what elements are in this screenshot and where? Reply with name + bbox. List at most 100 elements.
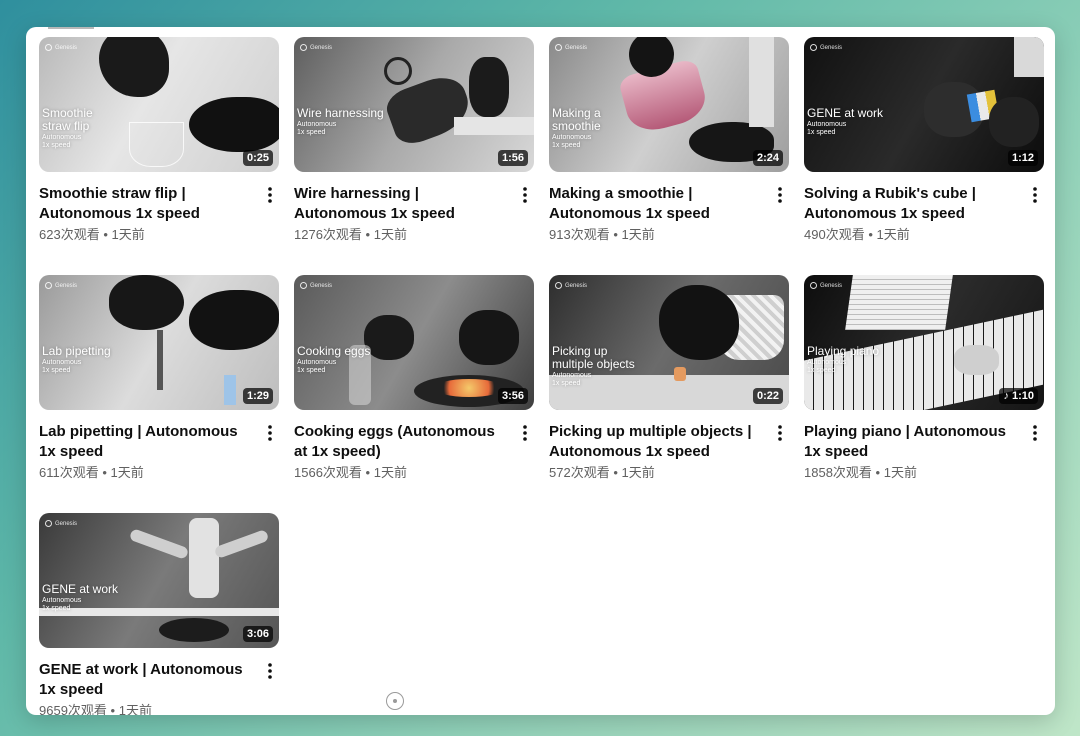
thumbnail-subtitle: Autonomous 1x speed: [552, 134, 592, 149]
robot-body-shape: [189, 518, 219, 598]
video-card[interactable]: Genesis Smoothie straw flip Autonomous 1…: [39, 37, 279, 243]
video-title[interactable]: Solving a Rubik's cube | Autonomous 1x s…: [804, 184, 1018, 224]
light-panel-shape: [1014, 37, 1044, 77]
thumbnail-brand-label: Genesis: [565, 44, 588, 51]
video-title[interactable]: Picking up multiple objects | Autonomous…: [549, 422, 763, 462]
thumbnail-title: Smoothie straw flip: [42, 106, 93, 133]
thumbnail-caption: Wire harnessing Autonomous 1x speed: [297, 107, 384, 137]
video-thumbnail[interactable]: Genesis Playing piano Autonomous 1x spee…: [804, 275, 1044, 410]
video-card[interactable]: Genesis Wire harnessing Autonomous 1x sp…: [294, 37, 534, 243]
duration-badge: 3:06: [242, 626, 273, 642]
video-thumbnail[interactable]: Genesis Lab pipetting Autonomous 1x spee…: [39, 275, 279, 410]
glove-hand-shape: [659, 285, 739, 360]
glove-hand-shape: [989, 97, 1039, 147]
thumbnail-brand-label: Genesis: [55, 282, 78, 289]
video-title[interactable]: Cooking eggs (Autonomous at 1x speed): [294, 422, 508, 462]
view-count: 1858次观看: [804, 465, 872, 480]
thumbnail-caption: Making a smoothie Autonomous 1x speed: [552, 107, 601, 150]
duration-badge: 1:29: [242, 388, 273, 404]
robot-arm-shape: [384, 57, 412, 85]
scroll-indicator[interactable]: [386, 692, 404, 710]
frying-pan-shape: [159, 618, 229, 642]
upload-age: 1天前: [876, 227, 910, 242]
thumbnail-caption: Picking up multiple objects Autonomous 1…: [552, 345, 635, 388]
glove-hand-shape: [459, 310, 519, 365]
thumbnail-title: Lab pipetting: [42, 344, 111, 358]
video-title[interactable]: Making a smoothie | Autonomous 1x speed: [549, 184, 763, 224]
video-thumbnail[interactable]: Genesis Making a smoothie Autonomous 1x …: [549, 37, 789, 172]
video-card[interactable]: Genesis GENE at work Autonomous 1x speed…: [39, 513, 279, 715]
video-thumbnail[interactable]: Genesis GENE at work Autonomous 1x speed…: [804, 37, 1044, 172]
view-count: 1566次观看: [294, 465, 362, 480]
duration-badge: ♪ 1:10: [999, 388, 1038, 404]
video-title[interactable]: Lab pipetting | Autonomous 1x speed: [39, 422, 253, 462]
thumbnail-brand-label: Genesis: [565, 282, 588, 289]
video-title[interactable]: Playing piano | Autonomous 1x speed: [804, 422, 1018, 462]
meta-separator: •: [102, 465, 111, 480]
more-options-button[interactable]: [1028, 186, 1042, 204]
video-stats: 572次观看 • 1天前: [549, 464, 763, 482]
duration-text: 1:10: [1011, 390, 1034, 402]
upload-age: 1天前: [111, 227, 145, 242]
top-accent-bar: [48, 27, 94, 29]
video-card[interactable]: Genesis Playing piano Autonomous 1x spee…: [804, 275, 1044, 481]
video-card[interactable]: Genesis Lab pipetting Autonomous 1x spee…: [39, 275, 279, 481]
kebab-menu-icon: [778, 425, 782, 441]
thumbnail-caption: GENE at work Autonomous 1x speed: [42, 583, 118, 613]
video-meta: Lab pipetting | Autonomous 1x speed 611次…: [39, 422, 279, 482]
more-options-button[interactable]: [263, 424, 277, 442]
glove-hand-shape: [109, 275, 184, 330]
duration-text: 0:25: [246, 152, 269, 164]
upload-age: 1天前: [110, 465, 144, 480]
video-stats: 9659次观看 • 1天前: [39, 702, 253, 715]
thumbnail-title: GENE at work: [807, 106, 884, 120]
video-thumbnail[interactable]: Genesis Wire harnessing Autonomous 1x sp…: [294, 37, 534, 172]
thumbnail-caption: Smoothie straw flip Autonomous 1x speed: [42, 107, 93, 150]
duration-badge: 0:25: [242, 150, 273, 166]
video-card[interactable]: Genesis Cooking eggs Autonomous 1x speed…: [294, 275, 534, 481]
duration-badge: 2:24: [752, 150, 783, 166]
video-title[interactable]: Smoothie straw flip | Autonomous 1x spee…: [39, 184, 253, 224]
video-meta: Playing piano | Autonomous 1x speed 1858…: [804, 422, 1044, 482]
video-meta: Solving a Rubik's cube | Autonomous 1x s…: [804, 184, 1044, 244]
video-card[interactable]: Genesis Making a smoothie Autonomous 1x …: [549, 37, 789, 243]
view-count: 490次观看: [804, 227, 865, 242]
sheet-music-shape: [845, 275, 953, 330]
kebab-menu-icon: [268, 187, 272, 203]
meta-separator: •: [365, 227, 374, 242]
more-options-button[interactable]: [263, 186, 277, 204]
more-options-button[interactable]: [518, 424, 532, 442]
meta-separator: •: [613, 465, 622, 480]
thumbnail-brand-label: Genesis: [55, 44, 78, 51]
more-options-button[interactable]: [1028, 424, 1042, 442]
video-stats: 1566次观看 • 1天前: [294, 464, 508, 482]
thumbnail-subtitle: Autonomous 1x speed: [807, 359, 847, 374]
upload-age: 1天前: [621, 227, 655, 242]
thumbnail-title: Picking up multiple objects: [552, 344, 635, 371]
thumbnail-subtitle: Autonomous 1x speed: [42, 359, 82, 374]
logo-ring-icon: [555, 282, 562, 289]
upload-age: 1天前: [373, 465, 407, 480]
video-thumbnail[interactable]: Genesis GENE at work Autonomous 1x speed…: [39, 513, 279, 648]
video-meta: GENE at work | Autonomous 1x speed 9659次…: [39, 660, 279, 715]
glove-hand-shape: [364, 315, 414, 360]
video-card[interactable]: Genesis Picking up multiple objects Auto…: [549, 275, 789, 481]
vial-shape: [224, 375, 236, 405]
video-thumbnail[interactable]: Genesis Cooking eggs Autonomous 1x speed…: [294, 275, 534, 410]
thumbnail-logo: Genesis: [555, 282, 587, 289]
video-stats: 1858次观看 • 1天前: [804, 464, 1018, 482]
more-options-button[interactable]: [518, 186, 532, 204]
video-card[interactable]: Genesis GENE at work Autonomous 1x speed…: [804, 37, 1044, 243]
more-options-button[interactable]: [263, 662, 277, 680]
kebab-menu-icon: [268, 425, 272, 441]
more-options-button[interactable]: [773, 424, 787, 442]
video-title[interactable]: Wire harnessing | Autonomous 1x speed: [294, 184, 508, 224]
more-options-button[interactable]: [773, 186, 787, 204]
video-thumbnail[interactable]: Genesis Picking up multiple objects Auto…: [549, 275, 789, 410]
thumbnail-caption: Cooking eggs Autonomous 1x speed: [297, 345, 370, 375]
kebab-menu-icon: [1033, 187, 1037, 203]
thumbnail-subtitle: Autonomous 1x speed: [807, 121, 847, 136]
video-title[interactable]: GENE at work | Autonomous 1x speed: [39, 660, 253, 700]
meta-separator: •: [103, 227, 112, 242]
video-thumbnail[interactable]: Genesis Smoothie straw flip Autonomous 1…: [39, 37, 279, 172]
